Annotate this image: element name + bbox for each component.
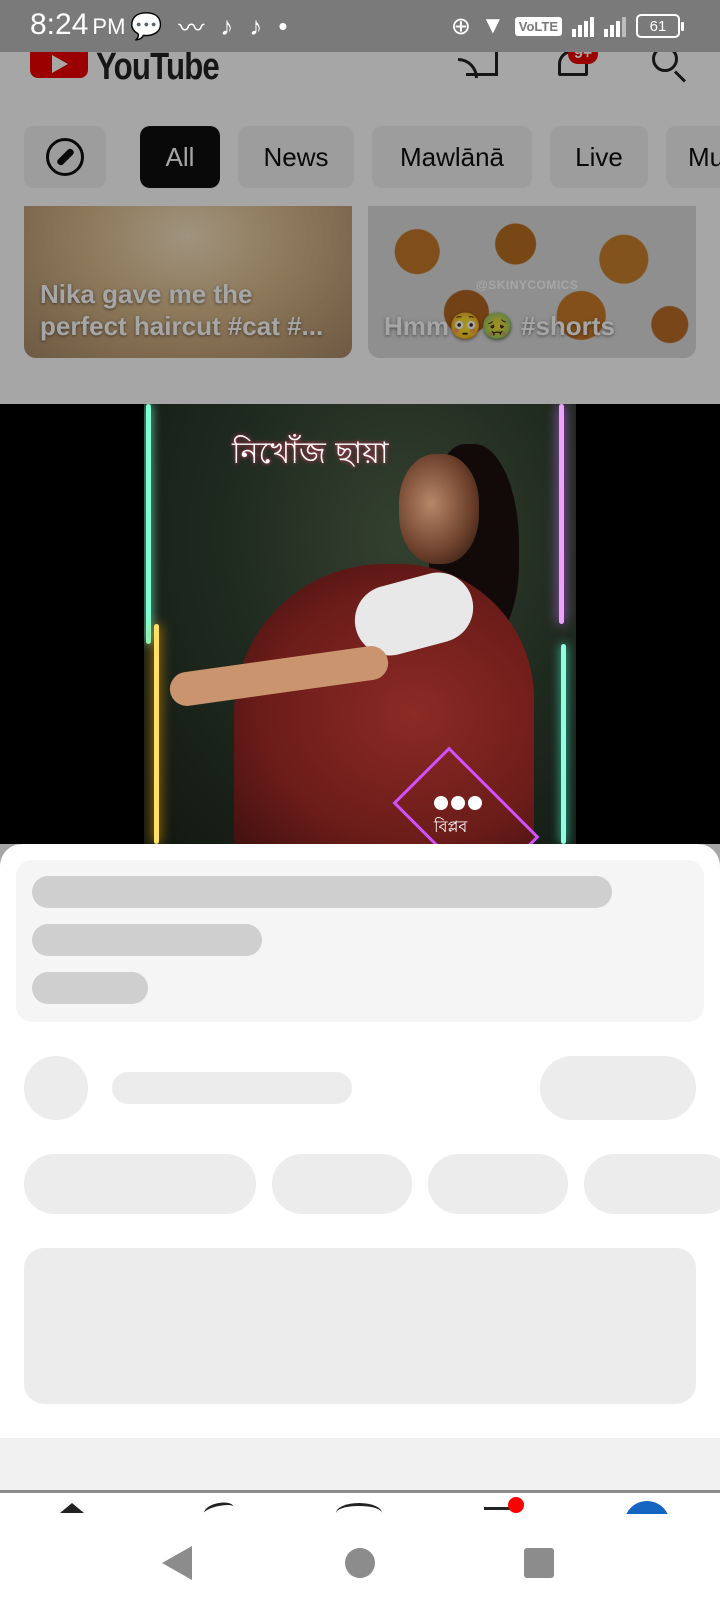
video-figure-head [399,454,479,564]
wifi-icon: ▼ [480,12,505,39]
app-notification-icon: 〰 [178,12,205,43]
video-frame: নিখোঁজ ছায়া বিপ্লব [144,404,576,844]
data-saver-icon: ⊕ [450,12,471,40]
bottom-navigation [0,1490,720,1514]
subscriptions-badge-dot [508,1497,524,1513]
subscriptions-icon[interactable] [484,1507,510,1510]
description-skeleton [24,1248,696,1404]
recents-icon[interactable] [524,1548,554,1578]
volte-badge: VoLTE [514,16,562,36]
back-icon[interactable] [162,1546,192,1580]
video-details-sheet-loading [0,844,720,1438]
home-button-icon[interactable] [345,1548,375,1578]
more-dot-icon: • [278,10,288,41]
battery-icon: 61 [636,14,684,38]
notification-icons: 💬 〰 ♪ ♪ • [130,10,288,43]
signal-icon-2 [604,15,626,37]
action-chip-skeleton [24,1154,256,1214]
shorts-icon[interactable] [202,1500,236,1514]
create-icon[interactable] [336,1503,382,1514]
title-skeleton-line [32,876,612,908]
neon-light [154,624,159,844]
channel-watermark: বিপ্লব [434,817,468,836]
subscribe-button-skeleton [540,1056,696,1120]
avatar-skeleton [24,1056,88,1120]
profile-avatar[interactable] [624,1501,670,1514]
neon-light [146,404,151,644]
system-navigation-bar [0,1514,720,1612]
comments-skeleton-strip [0,1438,720,1490]
home-icon[interactable] [60,1503,84,1513]
action-chip-skeleton [428,1154,568,1214]
neon-light [561,644,566,844]
signal-icon [572,15,594,37]
neon-light [559,404,564,624]
social-icons [434,796,482,810]
meta-skeleton-line [32,924,262,956]
channel-name-skeleton [112,1072,352,1104]
messenger-icon: 💬 [130,10,163,41]
status-time: 8:24 PM [30,8,126,41]
meta-skeleton-line-short [32,972,148,1004]
tiktok-icon-2: ♪ [249,10,263,41]
tiktok-icon: ♪ [220,10,234,41]
video-overlay-text: নিখোঁজ ছায়া [232,436,389,471]
system-status-icons: ⊕ ▼ VoLTE 61 [450,10,684,42]
video-player[interactable]: নিখোঁজ ছায়া বিপ্লব [0,404,720,844]
action-chip-skeleton [584,1154,720,1214]
action-chip-skeleton [272,1154,412,1214]
status-bar: 8:24 PM 💬 〰 ♪ ♪ • ⊕ ▼ VoLTE 61 [0,0,720,52]
